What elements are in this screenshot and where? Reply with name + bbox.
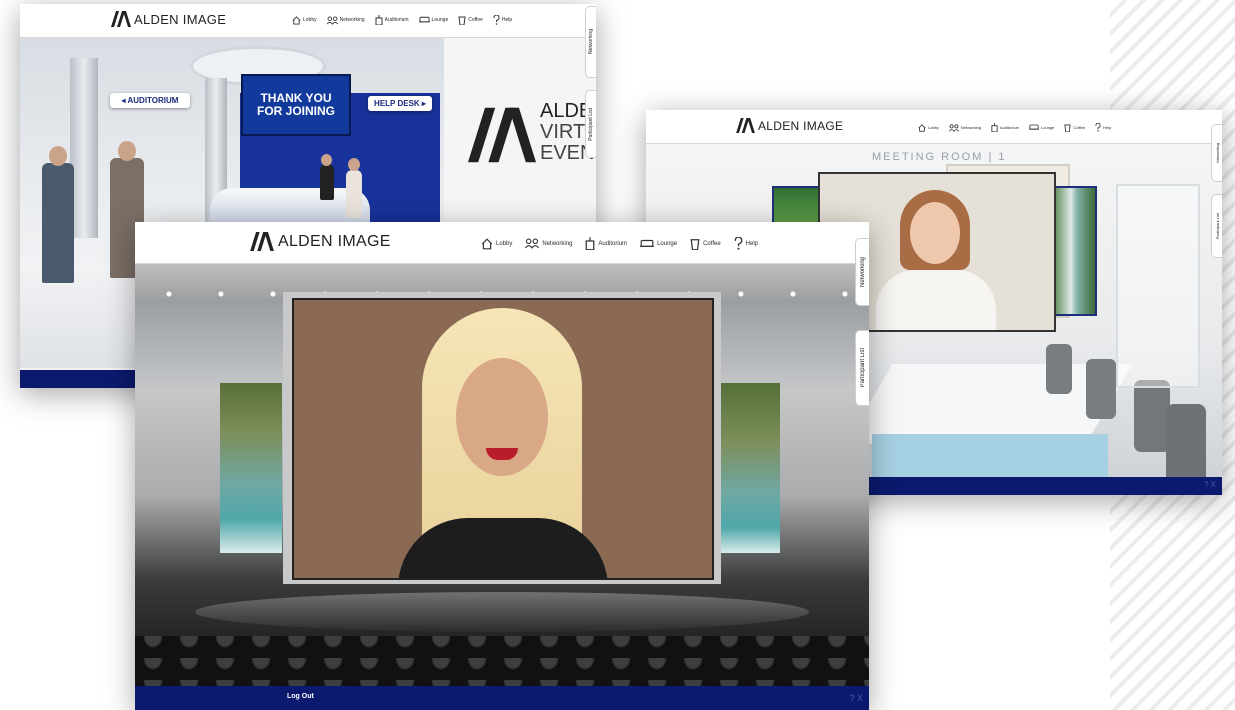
staff-figure xyxy=(320,164,334,200)
brand-suffix: IMAGE xyxy=(803,118,844,133)
participant-list-tab[interactable]: Participant List xyxy=(1211,194,1222,258)
nav-lounge[interactable]: Lounge xyxy=(640,239,677,249)
table-front-panel xyxy=(872,434,1108,477)
nav-lounge[interactable]: Lounge xyxy=(418,16,448,24)
corner-controls[interactable]: ? X xyxy=(849,693,863,703)
lobby-topbar: ALDEN IMAGE Lobby Networking Auditorium … xyxy=(20,4,596,38)
nav-lounge[interactable]: Lounge xyxy=(1029,124,1054,131)
stage xyxy=(195,592,809,632)
help-icon xyxy=(734,237,743,250)
couch-icon xyxy=(418,16,430,23)
nav-lobby[interactable]: Lobby xyxy=(481,237,512,250)
meeting-topbar: ALDEN IMAGE Lobby Networking Auditorium … xyxy=(646,110,1222,144)
staff-head xyxy=(321,154,332,166)
help-icon xyxy=(1095,123,1101,132)
thank-you-screen: THANK YOU FOR JOINING xyxy=(241,74,351,136)
house-icon xyxy=(481,237,493,249)
waterfall-panel-right xyxy=(718,383,780,553)
meeting-room-label: MEETING ROOM | 1 xyxy=(872,151,1007,163)
auditorium-topbar: ALDEN IMAGE Lobby Networking Auditorium … xyxy=(135,222,869,264)
staff-figure xyxy=(346,170,362,218)
brand-text: ALDEN IMAGE xyxy=(758,119,843,133)
presenter-face xyxy=(910,202,960,264)
coffee-cup-icon xyxy=(458,16,466,25)
main-nav: Lobby Networking Auditorium Lounge Coffe… xyxy=(918,123,1111,132)
thank-you-line2: FOR JOINING xyxy=(256,104,335,118)
brand-text: ALDEN IMAGE xyxy=(278,233,391,251)
pillar-left xyxy=(70,58,98,238)
podium-icon xyxy=(375,15,383,25)
logout-link[interactable]: Log Out xyxy=(287,693,314,700)
house-icon xyxy=(918,123,926,132)
speaker-video-feed xyxy=(292,298,714,580)
chair xyxy=(1046,344,1072,394)
nav-coffee[interactable]: Coffee xyxy=(690,237,721,250)
nav-help[interactable]: Help xyxy=(493,15,512,25)
alden-logo-icon xyxy=(111,11,131,27)
coffee-cup-icon xyxy=(690,239,700,250)
couch-icon xyxy=(1029,124,1040,130)
podium-icon xyxy=(991,123,998,132)
networking-tab[interactable]: Networking xyxy=(1211,124,1222,182)
podium-icon xyxy=(586,237,595,250)
waterfall-panel xyxy=(1049,186,1097,316)
couch-icon xyxy=(640,239,655,247)
networking-tab[interactable]: Networking xyxy=(585,6,596,78)
nav-networking[interactable]: Networking xyxy=(948,123,981,132)
brand-suffix: IMAGE xyxy=(337,232,391,250)
brand-logo[interactable]: ALDEN IMAGE xyxy=(736,118,843,133)
waterfall-panel-left xyxy=(220,383,282,553)
auditorium-footer: Log Out ? X xyxy=(135,686,869,710)
nav-lobby[interactable]: Lobby xyxy=(918,123,939,132)
help-desk-sign[interactable]: HELP DESK ▸ xyxy=(368,96,432,111)
auditorium-scene xyxy=(135,264,869,686)
nav-networking[interactable]: Networking xyxy=(326,15,365,25)
attendee-head xyxy=(49,146,67,166)
chair xyxy=(1086,359,1116,419)
auditorium-window: ALDEN IMAGE Lobby Networking Auditorium … xyxy=(135,222,869,710)
nav-auditorium[interactable]: Auditorium xyxy=(375,15,409,25)
house-icon xyxy=(292,15,301,25)
alden-logo-icon xyxy=(736,118,755,133)
nav-coffee[interactable]: Coffee xyxy=(1064,123,1085,132)
audience-seats xyxy=(135,636,869,686)
nav-networking[interactable]: Networking xyxy=(525,238,572,249)
glass-door xyxy=(1116,184,1200,388)
auditorium-sign[interactable]: ◂ AUDITORIUM xyxy=(110,93,190,108)
nav-lobby[interactable]: Lobby xyxy=(292,15,317,25)
presenter-body xyxy=(876,270,996,330)
chair xyxy=(1134,380,1170,452)
brand-logo[interactable]: ALDEN IMAGE xyxy=(250,232,391,251)
nav-auditorium[interactable]: Auditorium xyxy=(991,123,1019,132)
participant-list-tab[interactable]: Participant List xyxy=(855,330,869,406)
main-nav: Lobby Networking Auditorium Lounge Coffe… xyxy=(292,15,512,25)
help-icon xyxy=(493,15,500,25)
brand-text: ALDEN IMAGE xyxy=(134,12,226,27)
brand-name: ALDEN xyxy=(278,232,333,250)
attendee-figure xyxy=(42,163,74,283)
wall-logo-icon xyxy=(468,107,536,163)
people-icon xyxy=(326,15,338,25)
brand-name: ALDEN xyxy=(758,118,800,133)
brand-suffix: IMAGE xyxy=(182,11,227,27)
people-icon xyxy=(948,123,959,132)
chair xyxy=(1166,404,1206,477)
alden-logo-icon xyxy=(250,232,274,251)
nav-help[interactable]: Help xyxy=(1095,123,1111,132)
corner-controls[interactable]: ? X xyxy=(1204,480,1216,489)
people-icon xyxy=(525,238,540,249)
coffee-cup-icon xyxy=(1064,124,1072,132)
networking-tab[interactable]: Networking xyxy=(855,238,869,306)
nav-help[interactable]: Help xyxy=(734,237,758,250)
staff-head xyxy=(348,158,360,171)
brand-logo[interactable]: ALDEN IMAGE xyxy=(111,11,226,27)
nav-auditorium[interactable]: Auditorium xyxy=(585,237,627,250)
participant-list-tab[interactable]: Participant List xyxy=(585,90,596,158)
brand-name: ALDEN xyxy=(134,11,179,27)
attendee-head xyxy=(118,141,136,161)
main-nav: Lobby Networking Auditorium Lounge Coffe… xyxy=(481,237,758,250)
nav-coffee[interactable]: Coffee xyxy=(458,15,483,25)
